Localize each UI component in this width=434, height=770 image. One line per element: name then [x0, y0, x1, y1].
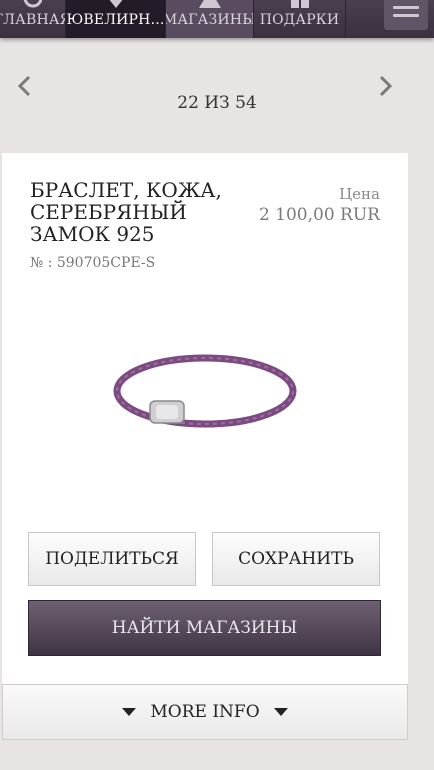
- caret-down-icon: [122, 708, 137, 716]
- pager-counter: 22 ИЗ 54: [177, 93, 257, 113]
- tab-jewelry[interactable]: ЮВЕЛИРН...: [66, 0, 166, 38]
- more-info-button[interactable]: MORE INFO: [2, 684, 408, 740]
- more-info-label: MORE INFO: [150, 702, 260, 722]
- hamburger-menu-icon: [393, 6, 419, 9]
- share-button[interactable]: ПОДЕЛИТЬСЯ: [28, 532, 196, 586]
- tab-home[interactable]: ГЛАВНАЯ: [0, 0, 66, 38]
- price-label: Цена: [339, 185, 380, 203]
- product-price: 2 100,00 RUR: [258, 205, 380, 225]
- diamond-icon: [109, 0, 122, 8]
- tab-gifts[interactable]: ПОДАРКИ: [254, 0, 346, 38]
- menu-button[interactable]: [384, 0, 428, 30]
- product-title: БРАСЛЕТ, КОЖА, СЕРЕБРЯНЫЙ ЗАМОК 925: [30, 178, 222, 246]
- tab-stores[interactable]: МАГАЗИНЫ: [166, 0, 254, 38]
- tab-stores-label: МАГАЗИНЫ: [166, 12, 254, 28]
- save-button[interactable]: СОХРАНИТЬ: [212, 532, 380, 586]
- chevron-right-icon[interactable]: [374, 72, 396, 100]
- hamburger-menu-icon-bar: [393, 14, 419, 17]
- home-ring-icon: [23, 0, 42, 8]
- caret-down-icon: [273, 708, 288, 716]
- find-stores-button[interactable]: НАЙТИ МАГАЗИНЫ: [28, 600, 381, 656]
- store-icon: [198, 0, 221, 8]
- gift-icon: [290, 0, 309, 8]
- bracelet-image: [113, 354, 297, 428]
- tab-gifts-label: ПОДАРКИ: [259, 12, 340, 28]
- tab-home-label: ГЛАВНАЯ: [0, 12, 65, 28]
- product-sku: № : 590705CPE-S: [30, 255, 156, 271]
- tab-jewelry-label: ЮВЕЛИРН...: [66, 12, 165, 28]
- product-card: БРАСЛЕТ, КОЖА, СЕРЕБРЯНЫЙ ЗАМОК 925 № : …: [2, 153, 408, 693]
- top-navigation: ГЛАВНАЯ ЮВЕЛИРН... МАГАЗИНЫ ПОДАРКИ: [0, 0, 434, 38]
